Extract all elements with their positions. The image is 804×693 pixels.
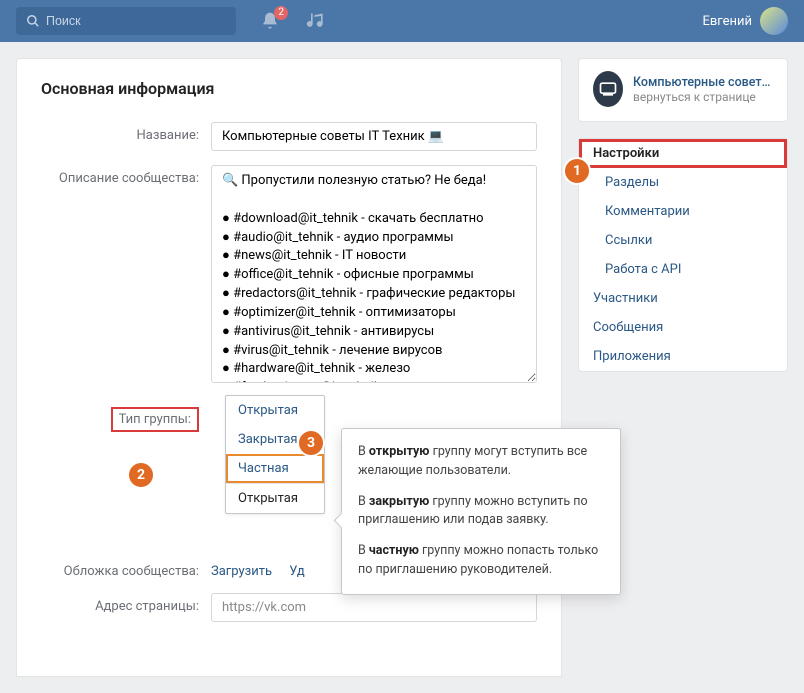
search-icon <box>26 14 40 28</box>
avatar <box>760 7 788 35</box>
cover-label: Обложка сообщества: <box>41 558 211 579</box>
search-input[interactable] <box>46 14 226 28</box>
menu-settings[interactable]: Настройки <box>579 139 787 168</box>
addr-input[interactable] <box>211 593 537 622</box>
type-option-open[interactable]: Открытая <box>226 396 324 425</box>
type-selected-display[interactable]: Открытая <box>226 483 324 513</box>
desc-textarea[interactable]: 🔍 Пропустили полезную статью? Не беда! ●… <box>211 165 537 383</box>
group-back-link[interactable]: вернуться к странице <box>633 90 773 104</box>
type-label: Тип группы: <box>111 407 199 432</box>
user-menu[interactable]: Евгений <box>702 7 788 35</box>
annotation-2: 2 <box>127 461 155 489</box>
menu-comments[interactable]: Комментарии <box>579 197 787 226</box>
music-icon[interactable] <box>306 11 326 31</box>
desc-label: Описание сообщества: <box>41 165 211 186</box>
menu-api[interactable]: Работа с API <box>579 255 787 284</box>
name-label: Название: <box>41 122 211 143</box>
annotation-1: 1 <box>563 157 591 185</box>
notifications-icon[interactable]: 2 <box>260 11 280 31</box>
menu-messages[interactable]: Сообщения <box>579 313 787 342</box>
menu-members[interactable]: Участники <box>579 284 787 313</box>
group-name: Компьютерные советы I… <box>633 75 773 90</box>
type-help-popover: В открытую группу могут вступить все жел… <box>341 428 621 595</box>
addr-label: Адрес страницы: <box>41 593 211 614</box>
group-card[interactable]: Компьютерные советы I… вернуться к стран… <box>578 58 788 122</box>
menu-links[interactable]: Ссылки <box>579 226 787 255</box>
group-avatar <box>593 71 623 107</box>
search-wrap[interactable] <box>16 7 236 35</box>
menu-sections[interactable]: Разделы <box>579 168 787 197</box>
page-title: Основная информация <box>41 79 537 98</box>
notif-badge: 2 <box>274 6 288 20</box>
annotation-3: 3 <box>297 429 325 457</box>
type-option-private[interactable]: Частная <box>226 454 324 483</box>
menu-apps[interactable]: Приложения <box>579 342 787 371</box>
username: Евгений <box>702 14 752 29</box>
name-input[interactable] <box>211 122 537 151</box>
